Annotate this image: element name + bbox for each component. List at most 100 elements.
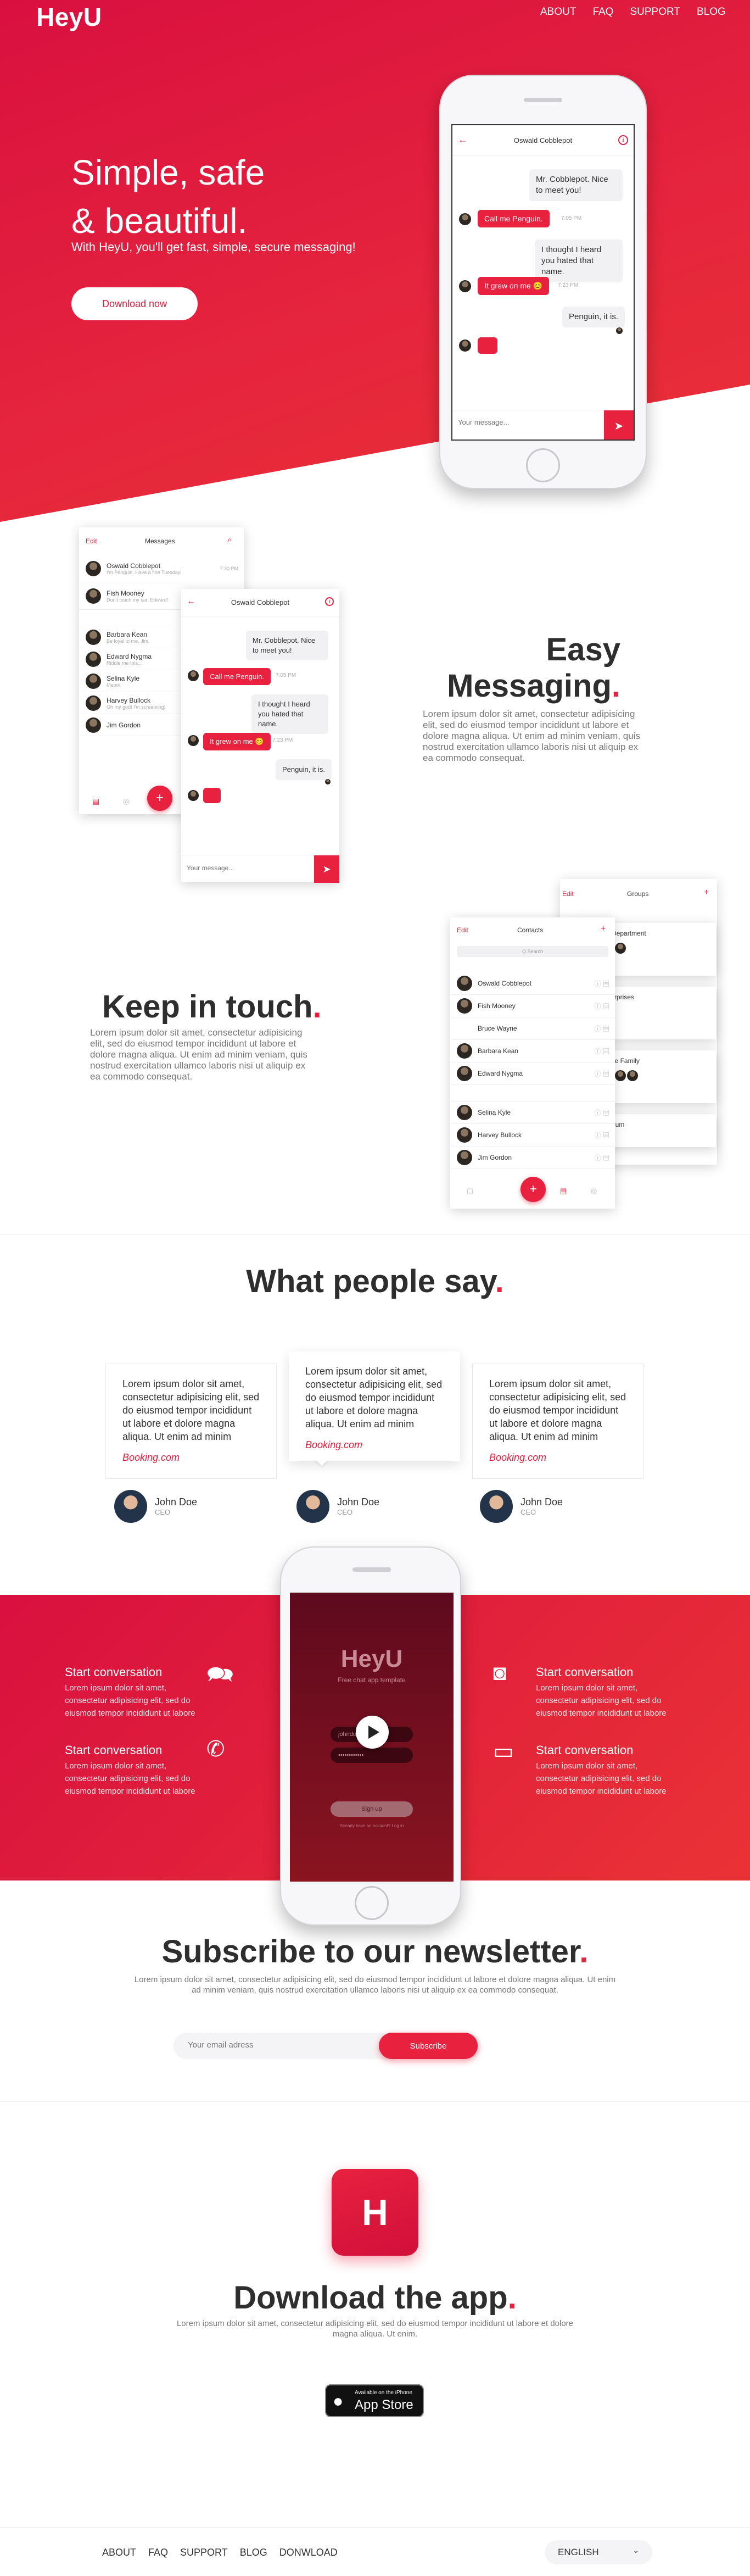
download-title: Download the app. (0, 2280, 750, 2316)
message-input[interactable] (458, 418, 595, 426)
divider (0, 2101, 750, 2102)
info-icon[interactable]: i (618, 135, 628, 145)
contact-actions-icon[interactable]: ⓘ ▤ (595, 1108, 609, 1117)
title-dot: . (507, 2280, 517, 2316)
chat-bubbles-icon: 🗪 (206, 1662, 234, 1687)
contact-row[interactable]: Barbara Kean ⓘ ▤ (450, 1040, 615, 1062)
messages-edit-button[interactable]: Edit (86, 537, 97, 545)
testimonials-title: What people say. (0, 1264, 750, 1300)
contacts-tab-icon[interactable]: ▤ (560, 1187, 567, 1195)
email-input[interactable] (188, 2040, 369, 2050)
language-select[interactable]: ENGLISH ⌄ (545, 2540, 652, 2564)
contact-actions-icon[interactable]: ⓘ ▤ (595, 1024, 609, 1033)
download-title-text: Download the app (233, 2280, 508, 2316)
chats-tab-icon[interactable]: ▤ (92, 797, 99, 806)
avatar (457, 1066, 472, 1081)
feature-item: Start conversation Lorem ipsum dolor sit… (536, 1743, 679, 1798)
subscribe-button[interactable]: Subscribe (379, 2033, 478, 2059)
contact-actions-icon[interactable]: ⓘ ▤ (595, 1153, 609, 1162)
message-input[interactable] (187, 864, 296, 872)
play-icon[interactable] (356, 1716, 389, 1749)
avatar (457, 976, 472, 991)
testimonial-source-link[interactable]: Booking.com (122, 1451, 260, 1464)
footer-nav: ABOUT FAQ SUPPORT BLOG DONWLOAD (102, 2547, 338, 2558)
testimonial-card: Lorem ipsum dolor sit amet, consectetur … (472, 1364, 643, 1479)
info-icon[interactable]: i (325, 597, 334, 606)
contact-row[interactable]: Selina Kyle ⓘ ▤ (450, 1101, 615, 1124)
contacts-search-input[interactable]: Q Search (457, 946, 608, 957)
testimonials-title-text: What people say (246, 1264, 495, 1299)
footer-support[interactable]: SUPPORT (180, 2547, 228, 2558)
search-icon[interactable]: ⌕ (227, 535, 232, 544)
contact-actions-icon[interactable]: ⓘ ▤ (595, 1069, 609, 1078)
newsletter-title: Subscribe to our newsletter. (0, 1934, 750, 1970)
groups-edit-button[interactable]: Edit (562, 890, 574, 898)
add-contact-icon[interactable]: + (601, 924, 606, 934)
footer-download[interactable]: DONWLOAD (279, 2547, 338, 2558)
avatar (457, 998, 472, 1014)
nav-support[interactable]: SUPPORT (630, 6, 680, 18)
list-item-name: Fish Mooney (107, 589, 144, 597)
send-icon[interactable]: ➤ (314, 855, 339, 883)
testimonial-text: Lorem ipsum dolor sit amet, consectetur … (305, 1366, 443, 1429)
typing-indicator (478, 337, 497, 354)
list-item-name: Jim Gordon (107, 721, 141, 729)
msg-out-1: Call me Penguin. (478, 210, 550, 227)
contact-row[interactable]: Jim Gordon ⓘ ▤ (450, 1147, 615, 1169)
compose-button[interactable]: + (147, 786, 172, 811)
add-group-icon[interactable]: + (704, 888, 709, 898)
send-icon[interactable]: ➤ (604, 410, 634, 439)
nav-faq[interactable]: FAQ (592, 6, 613, 18)
app-store-big: App Store (355, 2397, 413, 2412)
logo[interactable]: HeyU (36, 2, 102, 32)
contact-actions-icon[interactable]: ⓘ ▤ (595, 1002, 609, 1011)
contact-row[interactable]: Edward Nygma ⓘ ▤ (450, 1062, 615, 1085)
footer-about[interactable]: ABOUT (102, 2547, 136, 2558)
back-arrow-icon[interactable]: ← (187, 597, 195, 607)
app-login-hint: Already have an account? Log in (339, 1823, 404, 1828)
add-button[interactable]: + (520, 1177, 546, 1202)
contact-actions-icon[interactable]: ⓘ ▤ (595, 979, 609, 988)
chat-header: ← Oswald Cobblepot i (181, 589, 339, 616)
newsletter-title-text: Subscribe to our newsletter (161, 1934, 580, 1969)
profile-tab-icon[interactable]: ◎ (591, 1187, 597, 1195)
contact-row[interactable]: Harvey Bullock ⓘ ▤ (450, 1124, 615, 1147)
contacts-tab-icon[interactable]: ◎ (123, 797, 130, 806)
keep-in-touch-text: Lorem ipsum dolor sit amet, consectetur … (90, 1027, 307, 1082)
testimonial-source-link[interactable]: Booking.com (305, 1438, 444, 1451)
app-store-badge[interactable]: ● Available on the iPhone App Store (325, 2384, 424, 2417)
callout-pointer (314, 1458, 329, 1466)
chat-contact-name: Oswald Cobblepot (231, 598, 290, 607)
list-item-preview: Be loyal to me, Jim. (107, 638, 150, 644)
app-preview-video[interactable]: HeyU Free chat app template johndoe ••••… (290, 1593, 454, 1882)
footer-blog[interactable]: BLOG (240, 2547, 267, 2558)
back-arrow-icon[interactable]: ← (458, 134, 468, 146)
chats-tab-icon[interactable]: ▢ (467, 1187, 473, 1195)
footer-faq[interactable]: FAQ (148, 2547, 168, 2558)
hero-subtitle: With HeyU, you'll get fast, simple, secu… (71, 240, 356, 254)
download-now-button[interactable]: Download now (71, 287, 198, 320)
contact-row-partial (450, 1085, 615, 1101)
contact-row[interactable]: Fish Mooney ⓘ ▤ (450, 995, 615, 1017)
groups-title: Groups (627, 890, 649, 898)
testimonial-author: John Doe CEO (480, 1490, 563, 1523)
list-item[interactable]: Oswald Cobblepot I'm Penguin. Have a fine… (79, 555, 244, 582)
phone-speaker (524, 98, 562, 102)
testimonial-source-link[interactable]: Booking.com (489, 1451, 626, 1464)
chat-header: ← Oswald Cobblepot i (452, 125, 634, 156)
contacts-edit-button[interactable]: Edit (457, 926, 468, 934)
contact-actions-icon[interactable]: ⓘ ▤ (595, 1047, 609, 1056)
testimonial-text: Lorem ipsum dolor sit amet, consectetur … (122, 1378, 260, 1442)
nav-about[interactable]: ABOUT (540, 6, 576, 18)
contact-name: Harvey Bullock (478, 1131, 522, 1139)
contact-row[interactable]: Oswald Cobblepot ⓘ ▤ (450, 972, 615, 995)
feature-title: Start conversation (65, 1665, 163, 1679)
phone-speaker (352, 1567, 391, 1572)
nav-blog[interactable]: BLOG (697, 6, 726, 18)
contact-actions-icon[interactable]: ⓘ ▤ (595, 1131, 609, 1140)
msg-time-1: 7:05 PM (561, 215, 582, 221)
apple-icon: ● (333, 2391, 344, 2411)
keep-title-text: Keep in touch (102, 989, 313, 1025)
contact-row[interactable]: Bruce Wayne ⓘ ▤ (450, 1017, 615, 1040)
easy-messaging-title: Easy Messaging. (423, 632, 620, 704)
